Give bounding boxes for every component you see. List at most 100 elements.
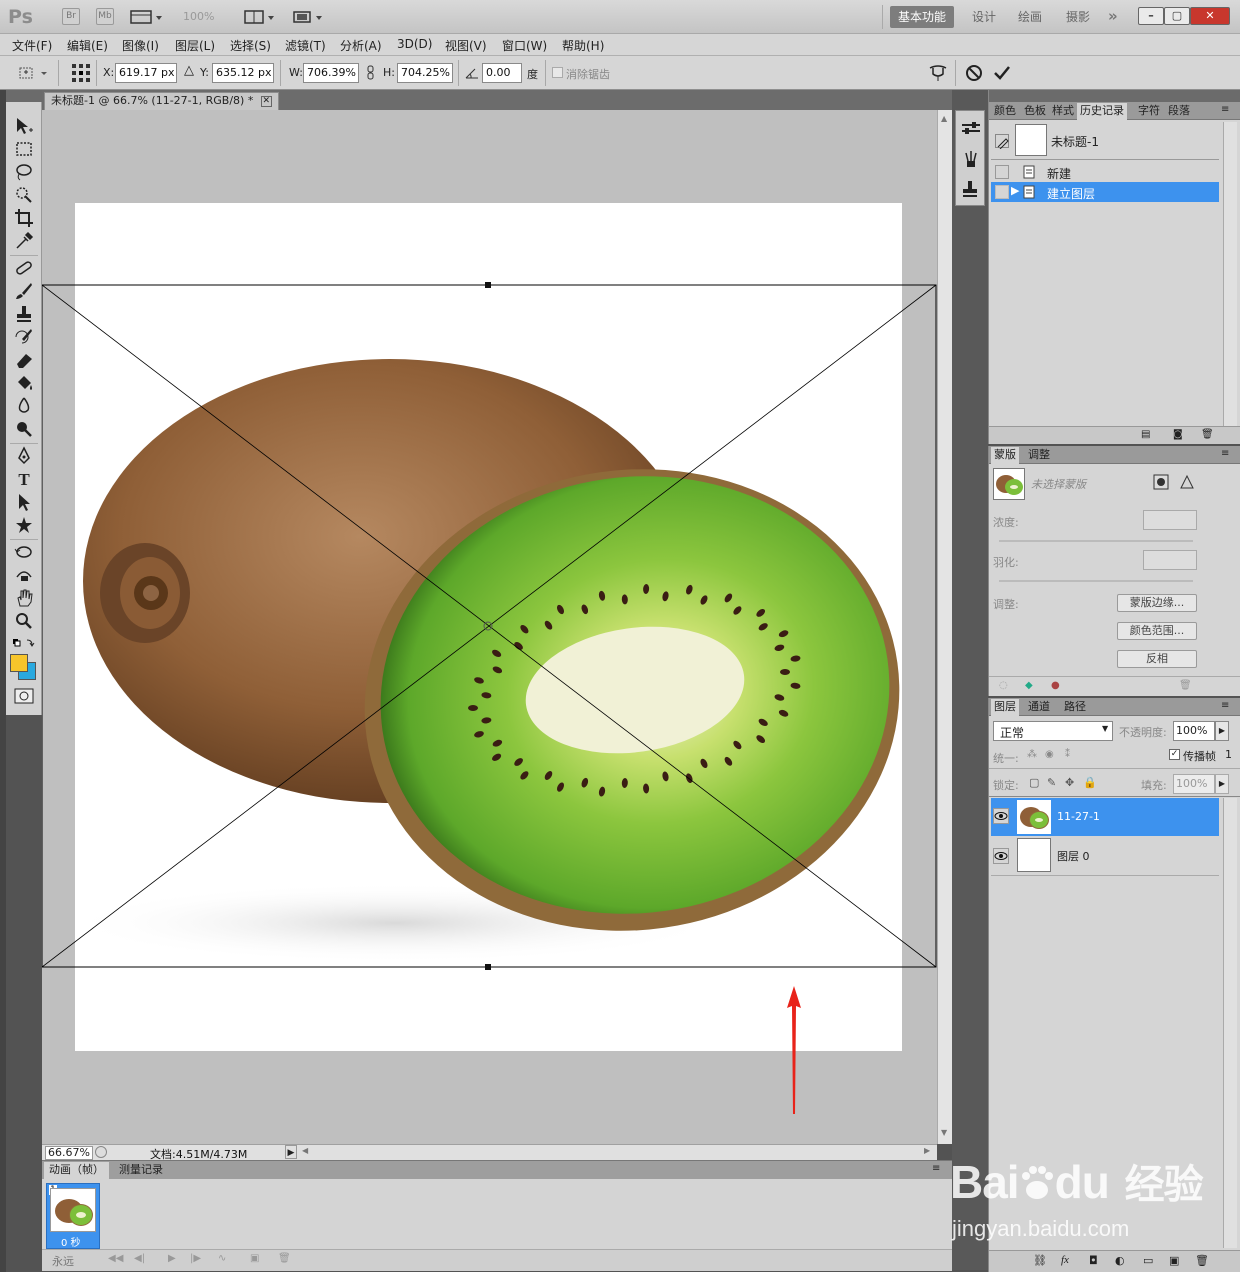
tween-icon[interactable]: ∿ [218, 1253, 226, 1264]
zoom-field[interactable]: 66.67% [45, 1146, 93, 1160]
history-panel-menu-icon[interactable]: ≡ [1221, 104, 1229, 115]
canvas-vertical-scrollbar[interactable]: ▲ ▼ [937, 110, 952, 1144]
menu-layer[interactable]: 图层(L) [175, 37, 215, 54]
menu-view[interactable]: 视图(V) [445, 37, 487, 54]
lock-all-icon[interactable]: 🔒 [1083, 776, 1097, 789]
duplicate-frame-icon[interactable]: ▣ [250, 1253, 259, 1264]
width-field[interactable]: 706.39% [303, 63, 359, 83]
color-range-button[interactable]: 颜色范围... [1117, 622, 1197, 640]
snapshot-icon[interactable]: ◙ [1173, 429, 1183, 440]
eyedropper-tool-icon[interactable] [12, 231, 36, 253]
brushes-icon[interactable] [960, 149, 982, 169]
menu-analysis[interactable]: 分析(A) [340, 37, 382, 54]
menu-filter[interactable]: 滤镜(T) [285, 37, 326, 54]
tab-layers[interactable]: 图层 [991, 699, 1019, 716]
workspace-design[interactable]: 设计 [964, 6, 1004, 28]
tab-color[interactable]: 颜色 [991, 103, 1019, 120]
quick-selection-tool-icon[interactable] [12, 185, 36, 207]
brush-tool-icon[interactable] [12, 281, 36, 303]
density-field[interactable] [1143, 510, 1197, 530]
loop-dropdown[interactable]: 永远 [52, 1253, 74, 1269]
maximize-button[interactable]: ▢ [1164, 7, 1190, 25]
shape-tool-icon[interactable] [12, 515, 36, 537]
tab-channels[interactable]: 通道 [1025, 699, 1053, 716]
next-frame-icon[interactable]: |▶ [190, 1253, 201, 1264]
density-slider[interactable] [999, 540, 1193, 542]
unify-visibility-icon[interactable]: ◉ [1045, 749, 1054, 760]
tab-styles[interactable]: 样式 [1049, 103, 1077, 120]
workspace-essentials[interactable]: 基本功能 [890, 6, 955, 28]
dodge-tool-icon[interactable] [12, 419, 36, 441]
status-menu-arrow-icon[interactable]: ▶ [285, 1145, 297, 1159]
3d-rotate-tool-icon[interactable] [12, 542, 36, 564]
frame-delay[interactable]: 0 秒 [61, 1234, 81, 1249]
type-tool-icon[interactable]: T [12, 469, 36, 491]
link-icon[interactable] [366, 65, 376, 81]
tab-paths[interactable]: 路径 [1061, 699, 1089, 716]
menu-select[interactable]: 选择(S) [230, 37, 271, 54]
workspace-photography[interactable]: 摄影 [1058, 6, 1098, 28]
layer-row-kiwi[interactable]: 11-27-1 [991, 798, 1219, 836]
layer-row-layer0[interactable]: 图层 0 [991, 836, 1219, 876]
eye-icon[interactable] [993, 808, 1009, 824]
lock-position-icon[interactable]: ✥ [1065, 776, 1074, 789]
minimize-button[interactable]: – [1138, 7, 1164, 25]
tab-character[interactable]: 字符 [1135, 103, 1163, 120]
new-document-from-state-icon[interactable]: ▤ [1141, 429, 1150, 440]
eraser-tool-icon[interactable] [12, 350, 36, 372]
opacity-field[interactable]: 100% [1173, 721, 1215, 741]
layer-name[interactable]: 图层 0 [1057, 848, 1090, 864]
3d-camera-tool-icon[interactable] [12, 565, 36, 587]
close-document-icon[interactable]: ✕ [260, 95, 272, 107]
history-item-checkbox[interactable] [995, 185, 1009, 199]
lock-transparent-icon[interactable]: ▢ [1029, 776, 1039, 789]
path-selection-tool-icon[interactable] [12, 492, 36, 514]
menu-edit[interactable]: 编辑(E) [67, 37, 108, 54]
tab-history[interactable]: 历史记录 [1077, 103, 1127, 120]
tab-masks[interactable]: 蒙版 [991, 447, 1019, 464]
x-position-field[interactable]: 619.17 px [115, 63, 177, 83]
play-icon[interactable]: ▶ [168, 1253, 176, 1264]
arrange-documents-button[interactable] [244, 9, 278, 25]
angle-field[interactable]: 0.00 [482, 63, 522, 83]
tab-animation[interactable]: 动画（帧） [44, 1162, 109, 1179]
height-field[interactable]: 704.25% [397, 63, 453, 83]
view-extras-button[interactable] [130, 9, 164, 25]
antialias-checkbox[interactable] [552, 67, 563, 78]
bridge-button[interactable]: Br [62, 8, 80, 25]
menu-file[interactable]: 文件(F) [12, 37, 52, 54]
history-item-create-layer[interactable]: ▶ 建立图层 [991, 182, 1219, 202]
select-first-frame-icon[interactable]: ◀◀ [108, 1253, 123, 1264]
delete-state-icon[interactable]: 🗑 [1201, 429, 1214, 440]
history-item-checkbox[interactable] [995, 165, 1009, 179]
move-tool-icon[interactable] [12, 116, 36, 138]
commit-transform-icon[interactable] [992, 63, 1012, 83]
reference-point-icon[interactable] [70, 62, 92, 84]
canvas-area[interactable] [42, 110, 937, 1144]
minibridge-button[interactable]: Mb [96, 8, 114, 25]
zoom-tool-icon[interactable] [12, 611, 36, 633]
propagate-frame-checkbox[interactable]: ✓ [1169, 749, 1180, 760]
feather-field[interactable] [1143, 550, 1197, 570]
menu-window[interactable]: 窗口(W) [502, 37, 547, 54]
mask-edge-button[interactable]: 蒙版边缘... [1117, 594, 1197, 612]
history-brush-tool-icon[interactable] [12, 327, 36, 349]
close-button[interactable]: ✕ [1190, 7, 1230, 25]
history-scrollbar[interactable] [1223, 122, 1237, 426]
layers-panel-menu-icon[interactable]: ≡ [1221, 700, 1229, 711]
tool-presets-icon[interactable] [960, 119, 982, 139]
tab-measurement-log[interactable]: 测量记录 [114, 1162, 168, 1179]
add-pixel-mask-icon[interactable] [1153, 474, 1169, 490]
unify-style-icon[interactable]: ⁑ [1065, 749, 1070, 760]
feather-slider[interactable] [999, 580, 1193, 582]
apply-mask-icon[interactable]: ◆ [1025, 680, 1033, 691]
eye-icon[interactable] [993, 848, 1009, 864]
lock-pixels-icon[interactable]: ✎ [1047, 776, 1056, 789]
tab-swatches[interactable]: 色板 [1021, 103, 1049, 120]
animation-frame[interactable]: 1 0 秒 [46, 1183, 100, 1249]
marquee-tool-icon[interactable] [12, 139, 36, 161]
workspace-painting[interactable]: 绘画 [1010, 6, 1050, 28]
blur-tool-icon[interactable] [12, 396, 36, 418]
fill-slider-arrow-icon[interactable]: ▶ [1215, 774, 1229, 794]
relative-position-icon[interactable]: △ [184, 63, 194, 78]
